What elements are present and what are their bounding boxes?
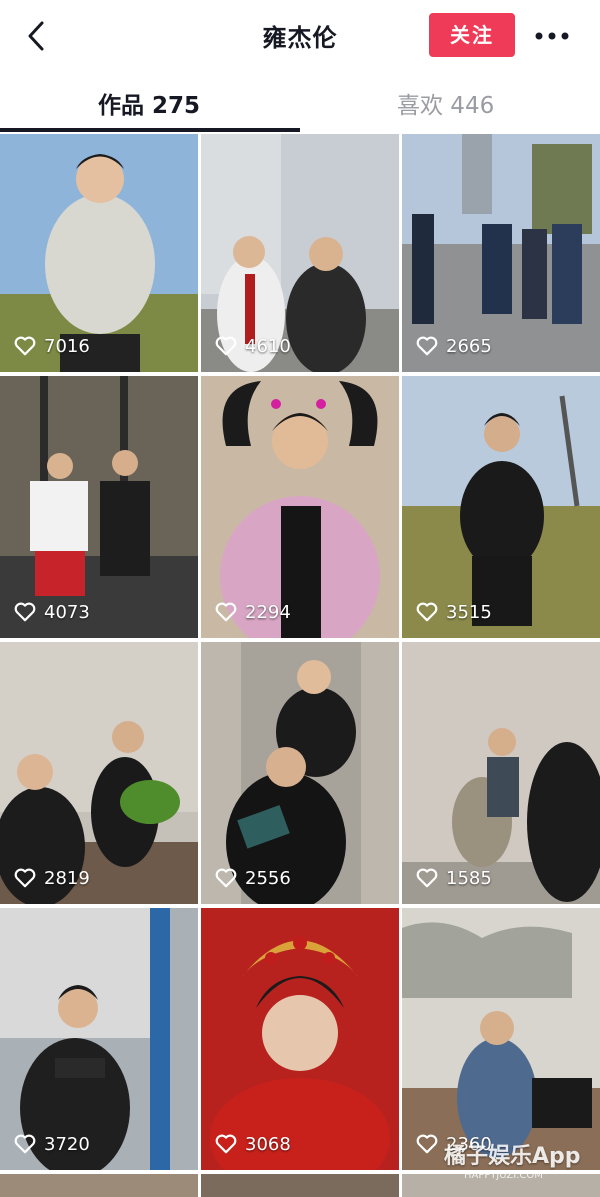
- video-thumbnail[interactable]: 2556: [201, 642, 399, 904]
- like-count-value: 2556: [245, 867, 291, 889]
- video-thumbnail[interactable]: [0, 1174, 198, 1197]
- video-thumbnail[interactable]: 4073: [0, 376, 198, 638]
- like-count: 2556: [215, 866, 291, 890]
- heart-icon: [14, 336, 36, 356]
- heart-icon: [215, 1134, 237, 1154]
- more-options-icon[interactable]: [531, 20, 575, 52]
- video-thumbnail[interactable]: 3720: [0, 908, 198, 1170]
- video-thumbnail[interactable]: 2294: [201, 376, 399, 638]
- video-thumbnail[interactable]: [201, 1174, 399, 1197]
- video-preview-image: [201, 642, 399, 904]
- heart-icon: [416, 1134, 438, 1154]
- like-count: 4073: [14, 600, 90, 624]
- like-count-value: 2819: [44, 867, 90, 889]
- video-thumbnail[interactable]: 3068: [201, 908, 399, 1170]
- heart-icon: [416, 336, 438, 356]
- like-count-value: 4610: [245, 335, 291, 357]
- heart-icon: [215, 868, 237, 888]
- video-preview-image: [402, 908, 600, 1170]
- video-preview-image: [0, 642, 198, 904]
- heart-icon: [416, 602, 438, 622]
- like-count: 7016: [14, 334, 90, 358]
- like-count-value: 4073: [44, 601, 90, 623]
- like-count-value: 7016: [44, 335, 90, 357]
- like-count: 3515: [416, 600, 492, 624]
- tab-likes[interactable]: 喜欢 446: [397, 86, 494, 120]
- follow-button[interactable]: 关注: [429, 13, 515, 57]
- like-count-value: 2665: [446, 335, 492, 357]
- video-thumbnail[interactable]: 1585: [402, 642, 600, 904]
- video-preview-image: [0, 908, 198, 1170]
- like-count: 3068: [215, 1132, 291, 1156]
- heart-icon: [215, 336, 237, 356]
- video-thumbnail[interactable]: 2360: [402, 908, 600, 1170]
- like-count-value: 3068: [245, 1133, 291, 1155]
- heart-icon: [215, 602, 237, 622]
- watermark-brand: 橘子娱乐App: [444, 1144, 581, 1169]
- heart-icon: [14, 868, 36, 888]
- like-count: 4610: [215, 334, 291, 358]
- watermark-url: HAPPYJUZI.COM: [464, 1170, 543, 1181]
- video-preview-image: [402, 642, 600, 904]
- like-count-value: 1585: [446, 867, 492, 889]
- active-tab-indicator: [0, 128, 300, 132]
- like-count: 2819: [14, 866, 90, 890]
- video-preview-image: [0, 376, 198, 638]
- video-thumbnail[interactable]: 7016: [0, 134, 198, 372]
- like-count: 2294: [215, 600, 291, 624]
- like-count: 3720: [14, 1132, 90, 1156]
- tab-works[interactable]: 作品 275: [98, 86, 200, 120]
- top-bar: 雍杰伦 关注: [0, 0, 600, 72]
- like-count: 2665: [416, 334, 492, 358]
- like-count: 1585: [416, 866, 492, 890]
- like-count-value: 3720: [44, 1133, 90, 1155]
- like-count-value: 3515: [446, 601, 492, 623]
- video-thumbnail[interactable]: 4610: [201, 134, 399, 372]
- watermark: 橘子娱乐App HAPPYJUZI.COM: [444, 1138, 594, 1194]
- heart-icon: [416, 868, 438, 888]
- video-thumbnail[interactable]: 2665: [402, 134, 600, 372]
- video-preview-image: [201, 908, 399, 1170]
- heart-icon: [14, 1134, 36, 1154]
- video-thumbnail[interactable]: 2819: [0, 642, 198, 904]
- heart-icon: [14, 602, 36, 622]
- like-count-value: 2294: [245, 601, 291, 623]
- video-preview-image: [402, 376, 600, 638]
- tab-bar: 作品 275 喜欢 446: [0, 72, 600, 134]
- video-preview-image: [201, 376, 399, 638]
- video-thumbnail[interactable]: 3515: [402, 376, 600, 638]
